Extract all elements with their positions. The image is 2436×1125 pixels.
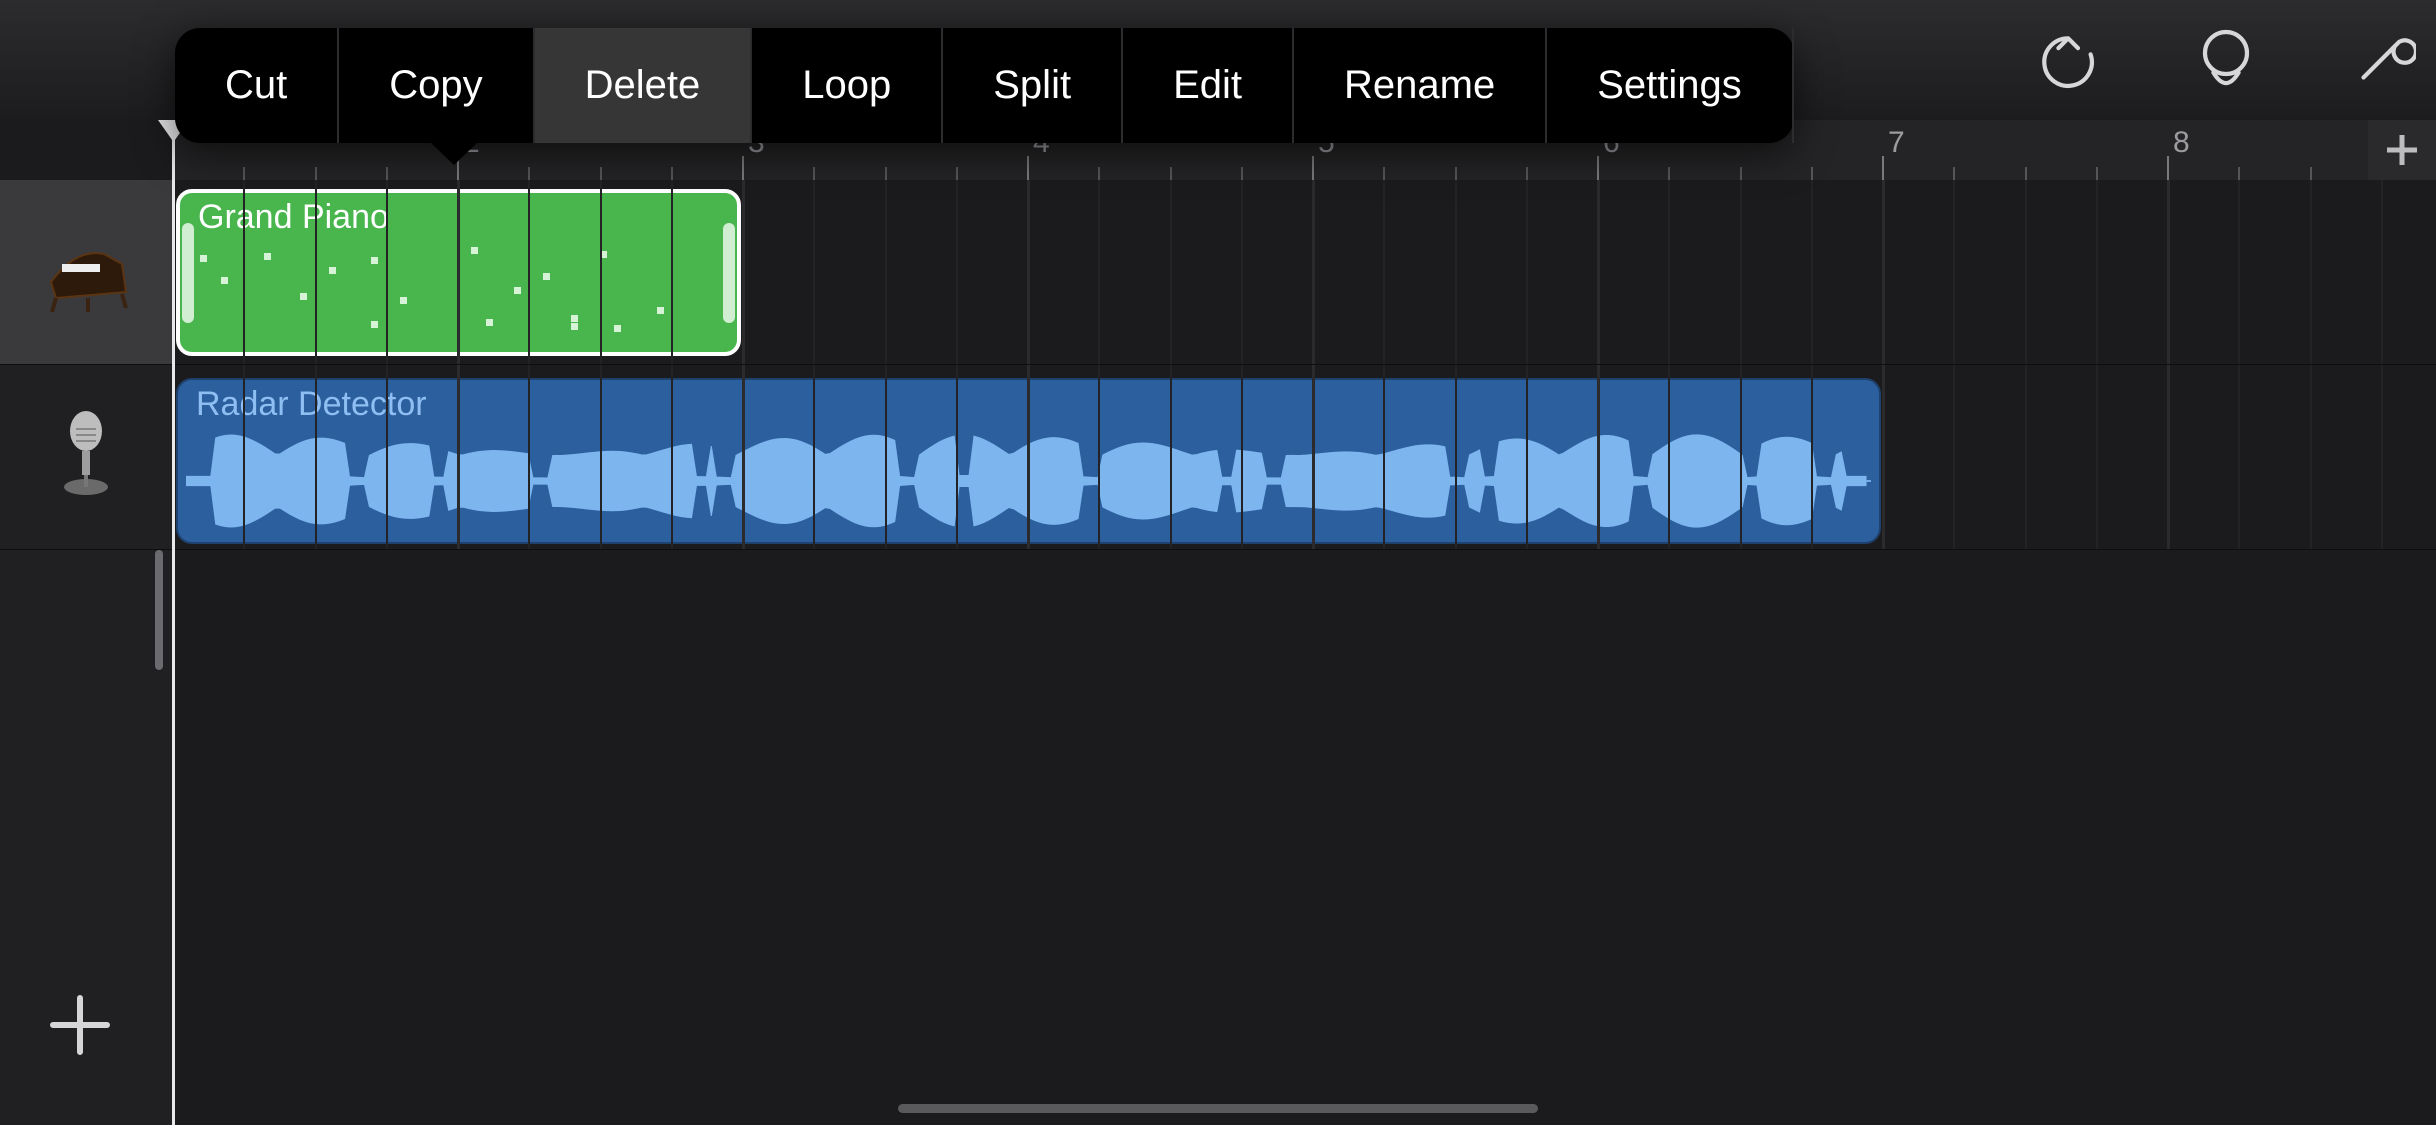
ctx-label: Edit <box>1173 63 1242 108</box>
loop-browser-button[interactable] <box>2191 25 2261 95</box>
ctx-loop[interactable]: Loop <box>752 28 943 143</box>
ctx-label: Copy <box>389 63 482 108</box>
home-indicator[interactable] <box>898 1104 1538 1113</box>
ctx-edit[interactable]: Edit <box>1123 28 1294 143</box>
ctx-label: Loop <box>802 63 891 108</box>
region-handle-left[interactable] <box>182 223 194 323</box>
track-header-column <box>0 180 172 1125</box>
region-handle-right[interactable] <box>723 223 735 323</box>
region-context-menu: Cut Copy Delete Loop Split Edit Rename S… <box>175 28 1794 143</box>
track-lane-1[interactable]: Grand Piano <box>172 180 2436 365</box>
track-scrollbar[interactable] <box>155 550 163 670</box>
timeline[interactable]: Grand Piano Radar Detector <box>172 180 2436 1125</box>
ruler-bar-label: 7 <box>1888 126 1905 160</box>
region-label: Radar Detector <box>196 385 427 424</box>
track-header-piano[interactable] <box>0 180 172 365</box>
top-right-tools <box>2036 20 2416 100</box>
settings-wrench-button[interactable] <box>2346 25 2416 95</box>
ctx-delete[interactable]: Delete <box>535 28 753 143</box>
track-lane-2[interactable]: Radar Detector <box>172 365 2436 550</box>
undo-button[interactable] <box>2036 25 2106 95</box>
ctx-split[interactable]: Split <box>943 28 1123 143</box>
ctx-settings[interactable]: Settings <box>1547 28 1794 143</box>
ruler-bar-label: 8 <box>2173 126 2190 160</box>
ctx-rename[interactable]: Rename <box>1294 28 1547 143</box>
add-track-button[interactable] <box>40 985 120 1065</box>
piano-icon <box>36 220 136 325</box>
ctx-label: Settings <box>1597 63 1742 108</box>
track-header-mic[interactable] <box>0 365 172 550</box>
playhead[interactable] <box>172 120 175 1125</box>
region-label: Grand Piano <box>198 198 389 237</box>
ctx-cut[interactable]: Cut <box>175 28 339 143</box>
microphone-icon <box>36 405 136 510</box>
ctx-label: Rename <box>1344 63 1495 108</box>
ctx-label: Cut <box>225 63 287 108</box>
ctx-label: Delete <box>585 63 701 108</box>
ctx-label: Split <box>993 63 1071 108</box>
ctx-copy[interactable]: Copy <box>339 28 534 143</box>
add-section-button[interactable] <box>2368 120 2436 180</box>
